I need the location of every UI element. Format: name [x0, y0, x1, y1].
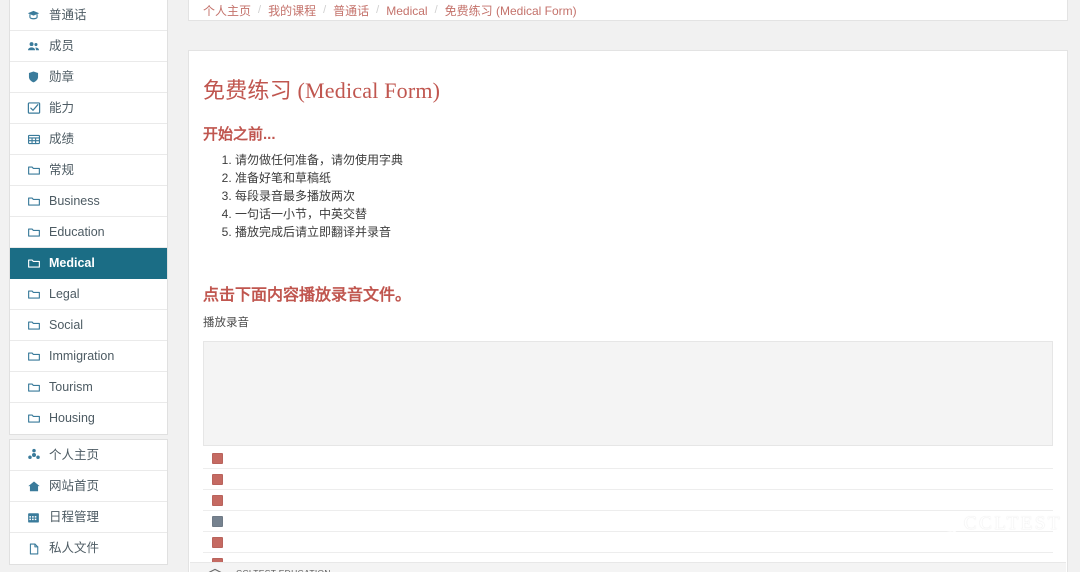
breadcrumb-item-2[interactable]: 普通话: [333, 5, 369, 17]
sidebar-item-label: 个人主页: [49, 447, 100, 462]
breadcrumb-separator: /: [258, 4, 262, 16]
breadcrumb-item-0[interactable]: 个人主页: [203, 5, 251, 17]
calendar-icon: [26, 510, 41, 524]
folder-icon: [26, 349, 41, 363]
folder-icon: [26, 318, 41, 332]
sidebar-item-常规[interactable]: 常规: [10, 155, 167, 186]
sidebar-item-日程管理[interactable]: 日程管理: [10, 502, 167, 533]
sidebar-item-label: Housing: [49, 411, 95, 426]
recording-file-list: [203, 448, 1053, 572]
check-square-icon: [26, 101, 41, 115]
folder-icon: [26, 225, 41, 239]
folder-icon: [26, 194, 41, 208]
sidebar-item-label: Tourism: [49, 379, 93, 394]
instruction-item: 一句话一小节，中英交替: [235, 205, 1053, 223]
breadcrumb-item-1[interactable]: 我的课程: [268, 5, 316, 17]
sidebar-item-label: 常规: [49, 162, 75, 177]
file-type-icon: [212, 515, 223, 527]
shield-icon: [26, 70, 41, 84]
sidebar-item-label: 成员: [49, 38, 75, 53]
recording-row[interactable]: [203, 490, 1053, 511]
play-recording-label: 播放录音: [203, 317, 249, 329]
sidebar-item-普通话[interactable]: 普通话: [10, 0, 167, 31]
sidebar-item-label: 网站首页: [49, 478, 100, 493]
sidebar-item-个人主页[interactable]: 个人主页: [10, 440, 167, 471]
sidebar-item-label: 勋章: [49, 69, 75, 84]
file-icon: [26, 542, 41, 556]
sidebar-item-medical[interactable]: Medical: [10, 248, 167, 279]
sidebar-item-label: 普通话: [49, 7, 87, 22]
section-heading: 开始之前...: [203, 126, 276, 143]
sidebar-item-label: Medical: [49, 255, 95, 270]
recording-row[interactable]: [203, 448, 1053, 469]
sidebar-item-label: Social: [49, 317, 84, 332]
sidebar-item-label: 能力: [49, 100, 75, 115]
sidebar: 普通话成员勋章能力成绩常规 Business Education Medical Leg…: [9, 0, 168, 572]
recording-row[interactable]: [203, 511, 1053, 532]
sidebar-item-immigration[interactable]: Immigration: [10, 341, 167, 372]
instruction-item: 请勿做任何准备，请勿使用字典: [235, 151, 1053, 169]
sidebar-item-legal[interactable]: Legal: [10, 279, 167, 310]
audio-player-area[interactable]: [203, 341, 1053, 446]
sidebar-item-勋章[interactable]: 勋章: [10, 62, 167, 93]
file-type-icon: [212, 473, 223, 485]
instructions-list: 请勿做任何准备，请勿使用字典准备好笔和草稿纸每段录音最多播放两次一句话一小节，中…: [235, 151, 1053, 241]
sidebar-item-social[interactable]: Social: [10, 310, 167, 341]
play-instruction-heading: 点击下面内容播放录音文件。: [203, 287, 412, 304]
table-grid-icon: [26, 132, 41, 146]
users-icon: [26, 39, 41, 53]
sidebar-item-能力[interactable]: 能力: [10, 93, 167, 124]
page-title: 免费练习 (Medical Form): [203, 78, 441, 103]
sidebar-item-label: Immigration: [49, 348, 115, 363]
instruction-item: 准备好笔和草稿纸: [235, 169, 1053, 187]
home-icon: [26, 479, 41, 493]
sidebar-item-label: Legal: [49, 286, 80, 301]
breadcrumb-panel: 个人主页 / 我的课程 / 普通话 / Medical / 免费练习 (Medical Form…: [188, 0, 1068, 21]
sidebar-item-tourism[interactable]: Tourism: [10, 372, 167, 403]
sidebar-item-成员[interactable]: 成员: [10, 31, 167, 62]
footer-brand: CCLTEST EDUCATION: [236, 568, 382, 572]
breadcrumb-separator: /: [434, 4, 438, 16]
file-type-icon: [212, 494, 223, 506]
folder-icon: [26, 287, 41, 301]
sidebar-item-label: Education: [49, 224, 105, 239]
footer-text-block: CCLTEST EDUCATION Mandarin – Medical – M…: [236, 568, 382, 572]
recording-row[interactable]: [203, 469, 1053, 490]
sidebar-item-私人文件[interactable]: 私人文件: [10, 533, 167, 564]
sidebar-item-网站首页[interactable]: 网站首页: [10, 471, 167, 502]
course-footer-bar: CCLTEST EDUCATION Mandarin – Medical – M…: [190, 562, 1066, 572]
breadcrumb-separator: /: [323, 4, 327, 16]
folder-icon: [26, 412, 41, 426]
breadcrumb-item-4: 免费练习 (Medical Form): [444, 3, 577, 18]
sidebar-item-education[interactable]: Education: [10, 217, 167, 248]
instruction-item: 播放完成后请立即翻译并录音: [235, 223, 1053, 241]
sidebar-item-label: 私人文件: [49, 541, 100, 556]
sidebar-item-business[interactable]: Business: [10, 186, 167, 217]
file-type-icon: [212, 452, 223, 464]
main-column: 个人主页 / 我的课程 / 普通话 / Medical / 免费练习 (Medical Form…: [188, 0, 1068, 572]
sidebar-item-label: Business: [49, 193, 100, 208]
folder-icon: [26, 380, 41, 394]
graduation-cap-icon: [26, 8, 41, 22]
sidebar-group-courses: 普通话成员勋章能力成绩常规 Business Education Medical Leg…: [9, 0, 168, 435]
sidebar-item-label: 成绩: [49, 131, 75, 146]
file-type-icon: [212, 536, 223, 548]
dashboard-icon: [26, 448, 41, 462]
sidebar-item-成绩[interactable]: 成绩: [10, 124, 167, 155]
recording-row[interactable]: [203, 532, 1053, 553]
breadcrumb-separator: /: [376, 4, 380, 16]
breadcrumb: 个人主页 / 我的课程 / 普通话 / Medical / 免费练习 (Medical Form…: [203, 0, 577, 17]
sidebar-group-tools: 个人主页网站首页日程管理私人文件: [9, 439, 168, 565]
instruction-item: 每段录音最多播放两次: [235, 187, 1053, 205]
folder-icon: [26, 163, 41, 177]
page-root: 普通话成员勋章能力成绩常规 Business Education Medical Leg…: [0, 0, 1080, 572]
sidebar-item-label: 日程管理: [49, 509, 100, 524]
cube-logo-icon: [203, 567, 227, 572]
sidebar-item-housing[interactable]: Housing: [10, 403, 167, 434]
folder-icon: [26, 256, 41, 270]
content-panel: 免费练习 (Medical Form) 开始之前... 请勿做任何准备，请勿使用…: [188, 50, 1068, 572]
breadcrumb-item-3[interactable]: Medical: [386, 5, 427, 17]
